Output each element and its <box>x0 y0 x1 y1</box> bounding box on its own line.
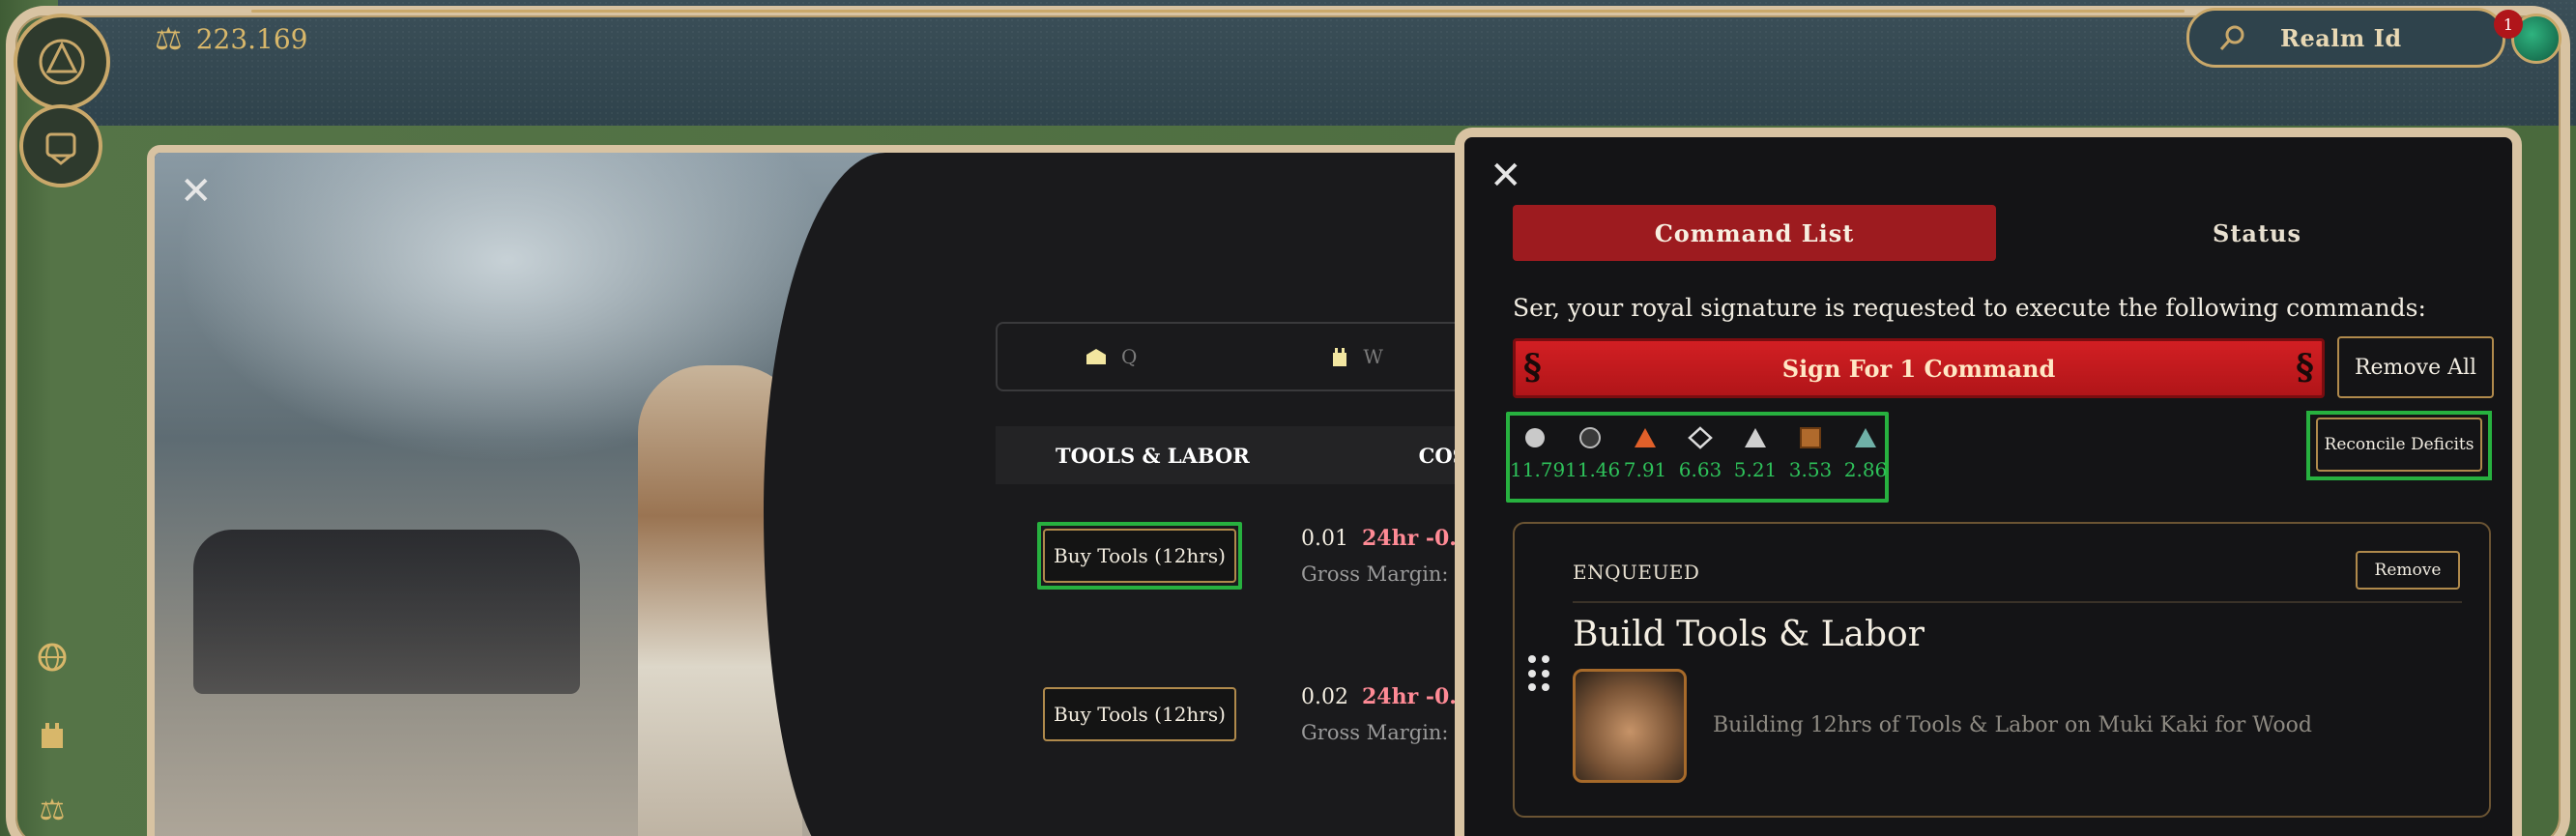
command-description: Building 12hrs of Tools & Labor on Muki … <box>1713 713 2312 737</box>
resource-grey: 5.21 <box>1730 423 1780 481</box>
remove-command-button[interactable]: Remove <box>2356 551 2460 590</box>
resource-diamond: 6.63 <box>1675 423 1725 481</box>
silver-coin-icon <box>1525 428 1545 447</box>
tab-q[interactable]: Q <box>1085 345 1137 368</box>
tab-q-label: Q <box>1121 345 1138 368</box>
castle-icon[interactable] <box>33 715 72 754</box>
search-label: Realm Id <box>2280 23 2402 52</box>
tab-w-label: W <box>1363 345 1383 368</box>
orange-triangle-icon <box>1635 428 1656 447</box>
resource-value: 2.86 <box>1843 458 1888 481</box>
tab-status[interactable]: Status <box>2006 205 2508 261</box>
sign-button-label: Sign For 1 Command <box>1781 354 2056 383</box>
scales-icon: ⚖ <box>155 20 183 57</box>
resource-value: 6.63 <box>1678 458 1722 481</box>
realm-tabs: Q W <box>996 322 1492 391</box>
resource-wood: 3.53 <box>1785 423 1836 481</box>
remove-all-button[interactable]: Remove All <box>2337 336 2494 398</box>
signature-prompt: Ser, your royal signature is requested t… <box>1513 294 2426 322</box>
resource-value: 11.79 <box>1510 458 1566 481</box>
table-header: TOOLS & LABOR COSTS <box>996 426 1492 484</box>
queue-status: ENQUEUED <box>1573 561 1700 584</box>
currency-readout: ⚖ 223.169 <box>155 19 307 58</box>
resource-silver: 11.79 <box>1510 423 1566 481</box>
command-title: Build Tools & Labor <box>1573 615 1925 654</box>
diamond-icon <box>1688 426 1713 449</box>
card-divider <box>1573 601 2462 603</box>
flourish-left-icon: § <box>1523 347 1542 388</box>
resource-value: 7.91 <box>1623 458 1667 481</box>
buy-tools-button-2[interactable]: Buy Tools (12hrs) <box>1043 687 1236 741</box>
search-icon <box>2219 25 2244 50</box>
gross-margin-label: Gross Margin: <box>1301 562 1449 586</box>
resource-orange: 7.91 <box>1620 423 1670 481</box>
wood-block-icon <box>1800 427 1821 448</box>
cost-value: 0.02 <box>1301 685 1348 709</box>
top-ornament-rule <box>251 10 2185 13</box>
tab-command-list[interactable]: Command List <box>1513 205 1996 261</box>
command-panel: ✕ Command List Status Ser, your royal si… <box>1455 128 2522 836</box>
tab-w[interactable]: W <box>1330 345 1383 368</box>
notification-badge[interactable]: 1 <box>2494 10 2523 39</box>
grey-triangle-icon <box>1745 428 1766 447</box>
resource-detail-modal: ✕ Q W TOOLS & LABOR COSTS Buy Tools (12h… <box>147 145 1500 836</box>
realm-emblem[interactable] <box>19 104 102 187</box>
sign-command-button[interactable]: § Sign For 1 Command § <box>1513 338 2325 398</box>
resource-teal: 2.86 <box>1840 423 1891 481</box>
gross-margin-label-2: Gross Margin: <box>1301 721 1449 744</box>
command-thumbnail <box>1573 669 1687 783</box>
globe-icon[interactable] <box>33 638 72 677</box>
flourish-right-icon: § <box>2296 347 2314 388</box>
scales-nav-icon[interactable]: ⚖ <box>33 791 72 829</box>
close-icon[interactable]: ✕ <box>180 172 213 211</box>
drag-handle-icon[interactable] <box>1528 655 1549 694</box>
crate-icon <box>1086 349 1106 364</box>
cost-value: 0.01 <box>1301 527 1348 551</box>
resource-deficits: 11.79 11.46 7.91 6.63 5.21 3.53 2.86 <box>1506 412 1889 503</box>
tower-icon <box>1333 348 1347 366</box>
resource-value: 5.21 <box>1733 458 1778 481</box>
teal-triangle-icon <box>1855 428 1876 447</box>
triskele-icon <box>39 39 85 85</box>
realm-search[interactable]: Realm Id <box>2186 8 2505 68</box>
dark-orb-icon <box>1579 427 1601 448</box>
resource-value: 3.53 <box>1788 458 1833 481</box>
queued-command-card: ENQUEUED Remove Build Tools & Labor Buil… <box>1513 522 2491 818</box>
faction-logo[interactable] <box>14 14 110 110</box>
artwork-crowd <box>193 530 580 694</box>
buy-tools-button[interactable]: Buy Tools (12hrs) <box>1043 529 1236 583</box>
currency-value: 223.169 <box>195 22 308 55</box>
header-tools: TOOLS & LABOR <box>1056 443 1250 468</box>
panel-close-icon[interactable]: ✕ <box>1490 157 1522 195</box>
resource-value: 11.46 <box>1565 458 1621 481</box>
resource-dark: 11.46 <box>1565 423 1621 481</box>
reconcile-deficits-button[interactable]: Reconcile Deficits <box>2316 418 2482 472</box>
emblem-icon <box>45 132 76 165</box>
